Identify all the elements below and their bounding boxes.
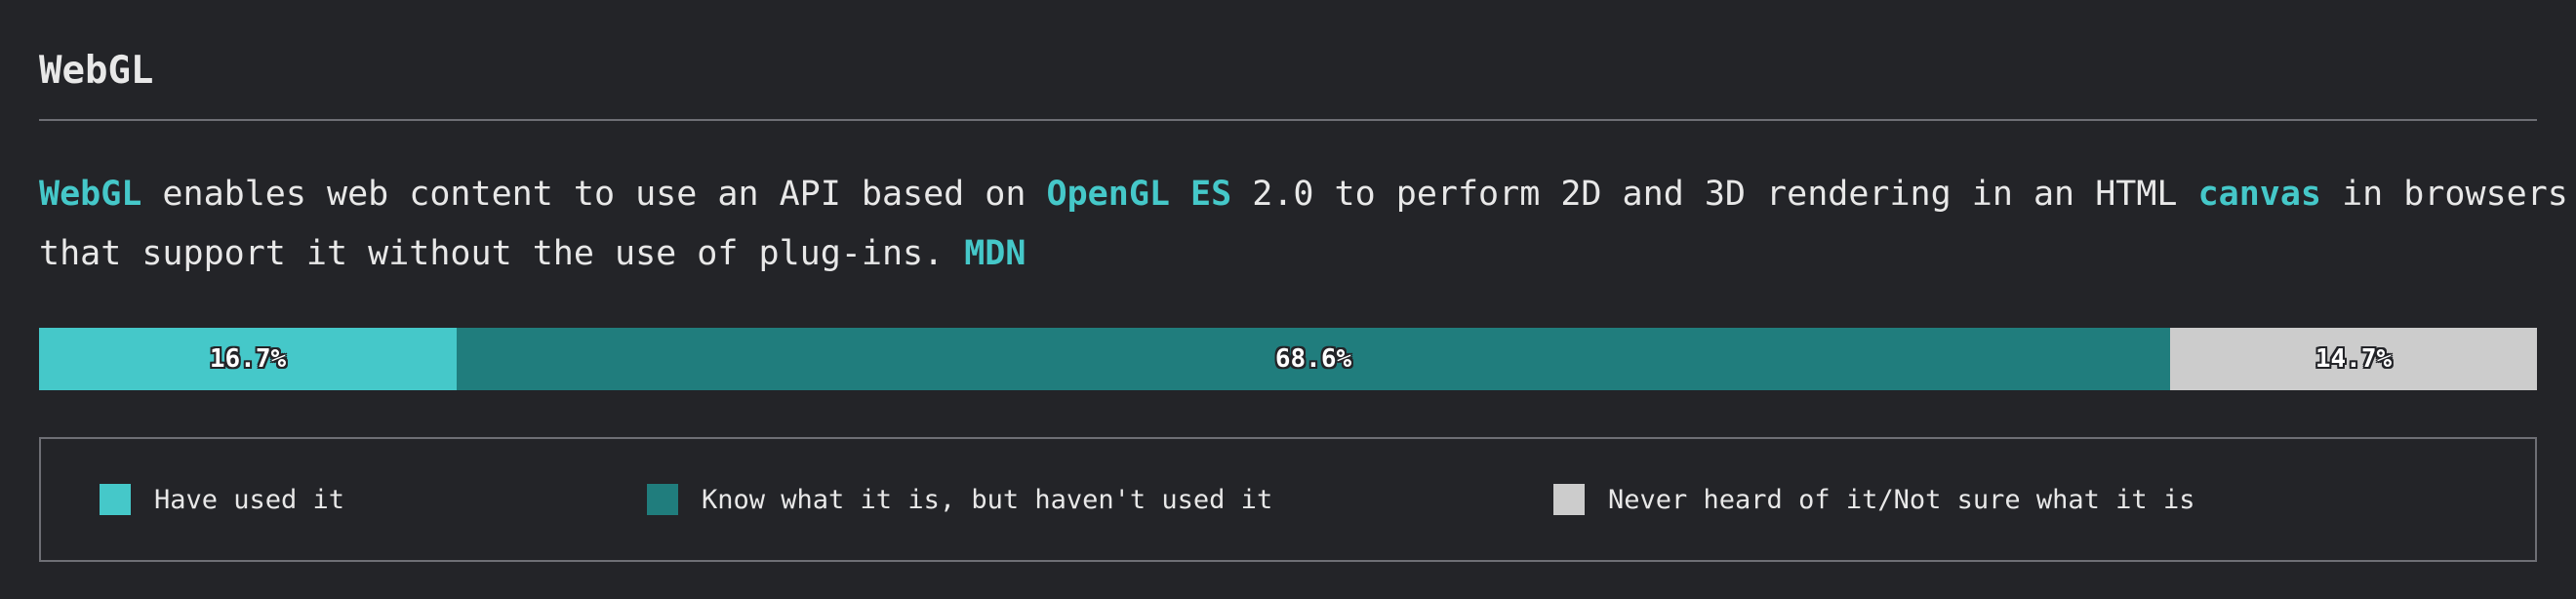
section-title: WebGL: [39, 49, 154, 93]
bar-segment-label: 14.7%: [2314, 344, 2393, 374]
legend-swatch: [647, 484, 678, 515]
legend-swatch: [1553, 484, 1585, 515]
stacked-usage-bar: 16.7% 68.6% 14.7%: [39, 328, 2537, 390]
link-webgl[interactable]: WebGL: [39, 175, 141, 214]
bar-segment-2: 68.6%: [457, 328, 2170, 390]
legend-label: Never heard of it/Not sure what it is: [1608, 484, 2195, 515]
legend-item: Know what it is, but haven't used it: [647, 484, 1272, 515]
link-canvas[interactable]: canvas: [2198, 175, 2321, 214]
description-text: that support it without the use of plug-…: [39, 234, 965, 273]
legend-item: Have used it: [100, 484, 344, 515]
bar-segment-1: 16.7%: [39, 328, 457, 390]
webgl-section: WebGL WebGL enables web content to use a…: [39, 0, 2568, 562]
bar-segment-label: 68.6%: [1274, 344, 1352, 374]
chart-legend: Have used it Know what it is, but haven't…: [39, 437, 2537, 562]
title-divider: [39, 119, 2537, 121]
feature-description: WebGL enables web content to use an API …: [39, 165, 2568, 284]
link-opengl-es[interactable]: OpenGL ES: [1047, 175, 1232, 214]
bar-segment-label: 16.7%: [209, 344, 287, 374]
legend-label: Know what it is, but haven't used it: [702, 484, 1273, 515]
link-mdn[interactable]: MDN: [964, 234, 1026, 273]
description-text: 2.0 to perform 2D and 3D rendering in an…: [1231, 175, 2198, 214]
legend-label: Have used it: [154, 484, 345, 515]
legend-item: Never heard of it/Not sure what it is: [1553, 484, 2194, 515]
description-text: enables web content to use an API based …: [141, 175, 1047, 214]
bar-segment-3: 14.7%: [2170, 328, 2537, 390]
description-text: in browsers: [2321, 175, 2568, 214]
legend-swatch: [100, 484, 131, 515]
